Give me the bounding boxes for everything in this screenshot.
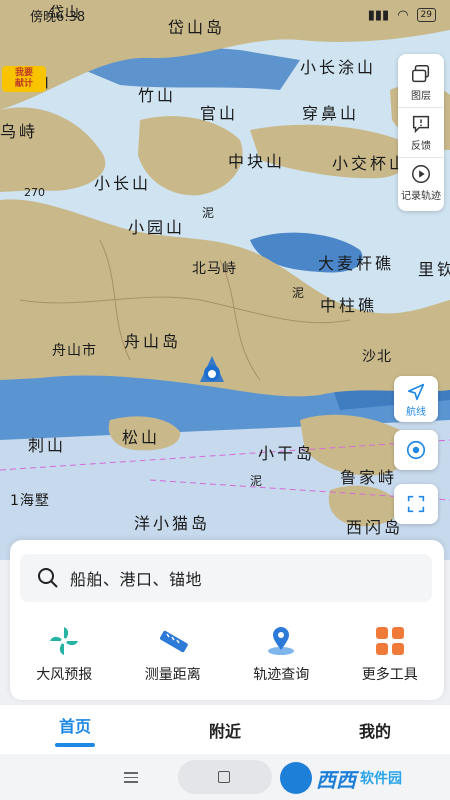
route-button[interactable]: 航线 (394, 376, 438, 422)
place-label: 中柱礁 (320, 296, 378, 315)
depth-label: 270 (24, 186, 45, 199)
record-track-button[interactable]: 记录轨迹 (398, 157, 444, 207)
place-label: 小交杯山 (332, 154, 409, 173)
fullscreen-button[interactable] (394, 484, 438, 524)
signal-icon: ▮▮▮ (367, 7, 390, 23)
active-tab-indicator (55, 742, 95, 747)
place-label: 舟山岛 (124, 332, 182, 351)
system-nav-bar: 西西 软件园 (0, 754, 450, 800)
wind-forecast-button[interactable]: 大风预报 (14, 624, 114, 684)
place-label: 穿鼻山 (302, 104, 360, 123)
wind-icon (50, 627, 79, 655)
feedback-label: 反馈 (411, 141, 431, 152)
grid-icon (375, 627, 404, 655)
search-input[interactable]: 船舶、港口、锚地 (20, 554, 432, 602)
place-label: 小长涂山 (300, 58, 377, 77)
ruler-icon (159, 630, 188, 653)
suggestion-badge[interactable]: 我要 献计 (2, 66, 46, 92)
seabed-label: 泥 (202, 206, 216, 220)
record-icon (412, 165, 430, 183)
place-label: 洋小猫岛 (134, 514, 211, 533)
place-label: 1海墅 (10, 493, 50, 509)
seabed-label: 泥 (292, 286, 306, 300)
wifi-icon: ◠ (397, 7, 409, 23)
feedback-icon (412, 115, 430, 134)
status-icons: ▮▮▮ ◠ 29 (368, 8, 436, 23)
locate-button[interactable] (394, 430, 438, 470)
status-bar: 傍晚6:38 ▮▮▮ ◠ 29 (0, 0, 450, 30)
place-label: 大麦杆礁 (318, 254, 395, 273)
place-label: 中块山 (228, 152, 286, 171)
place-label: 里钦 (418, 260, 450, 279)
nautical-map[interactable]: 岱山 岱山岛 小长涂山 磐山 竹山 官山 穿鼻山 乌峙 中块山 小交杯山 小长山… (0, 0, 450, 560)
track-query-button[interactable]: 轨迹查询 (231, 624, 331, 684)
route-label: 航线 (406, 406, 426, 418)
eye-target-icon (406, 440, 426, 460)
tab-nearby[interactable]: 附近 (150, 705, 300, 754)
record-track-label: 记录轨迹 (401, 191, 441, 202)
bottom-tab-bar: 首页 附近 我的 (0, 704, 450, 754)
place-label: 小干岛 (258, 444, 316, 463)
bottom-sheet: 船舶、港口、锚地 大风预报 测量距离 轨迹查询 更多工具 (10, 540, 444, 700)
place-label: 舟山市 (52, 343, 97, 359)
search-placeholder: 船舶、港口、锚地 (70, 570, 203, 589)
place-label: 乌峙 (0, 122, 39, 141)
place-label: 鲁家峙 (340, 468, 398, 487)
tab-mine[interactable]: 我的 (300, 705, 450, 754)
seabed-label: 泥 (250, 474, 264, 488)
watermark-logo: 西西 软件园 (280, 760, 440, 796)
tab-home-label: 首页 (58, 716, 91, 736)
tab-mine-label: 我的 (358, 721, 391, 741)
map-tools-panel: 图层 反馈 记录轨迹 (398, 54, 444, 211)
search-icon (38, 568, 58, 588)
place-label: 沙北 (362, 349, 392, 365)
measure-distance-label: 测量距离 (144, 667, 201, 683)
measure-distance-button[interactable]: 测量距离 (123, 624, 223, 684)
expand-icon (407, 495, 425, 513)
wind-forecast-label: 大风预报 (36, 667, 93, 683)
watermark-sub: 软件园 (360, 771, 402, 787)
place-label: 小园山 (128, 218, 186, 237)
home-button[interactable] (178, 760, 272, 794)
tab-home[interactable]: 首页 (0, 705, 150, 754)
tab-nearby-label: 附近 (208, 721, 241, 741)
watermark-brand: 西西 (316, 767, 356, 792)
feedback-button[interactable]: 反馈 (398, 107, 444, 157)
navigation-icon (407, 383, 425, 400)
layers-button[interactable]: 图层 (398, 58, 444, 107)
place-label: 小长山 (94, 174, 152, 193)
status-time: 傍晚6:38 (30, 9, 86, 25)
place-label: 官山 (200, 104, 239, 123)
place-label: 刺山 (28, 436, 67, 455)
quick-actions: 大风预报 测量距离 轨迹查询 更多工具 (10, 624, 444, 684)
track-icon (268, 627, 295, 655)
more-tools-label: 更多工具 (361, 667, 418, 683)
more-tools-button[interactable]: 更多工具 (340, 624, 440, 684)
layers-icon (412, 65, 430, 83)
track-query-label: 轨迹查询 (253, 667, 310, 683)
place-label: 北马峙 (192, 261, 237, 277)
layers-label: 图层 (411, 91, 431, 102)
battery-icon: 29 (416, 8, 436, 22)
brand-logo-icon (280, 762, 312, 794)
place-label: 松山 (122, 428, 161, 447)
menu-icon[interactable] (124, 772, 138, 786)
square-icon (218, 771, 230, 783)
place-label: 竹山 (138, 86, 177, 105)
